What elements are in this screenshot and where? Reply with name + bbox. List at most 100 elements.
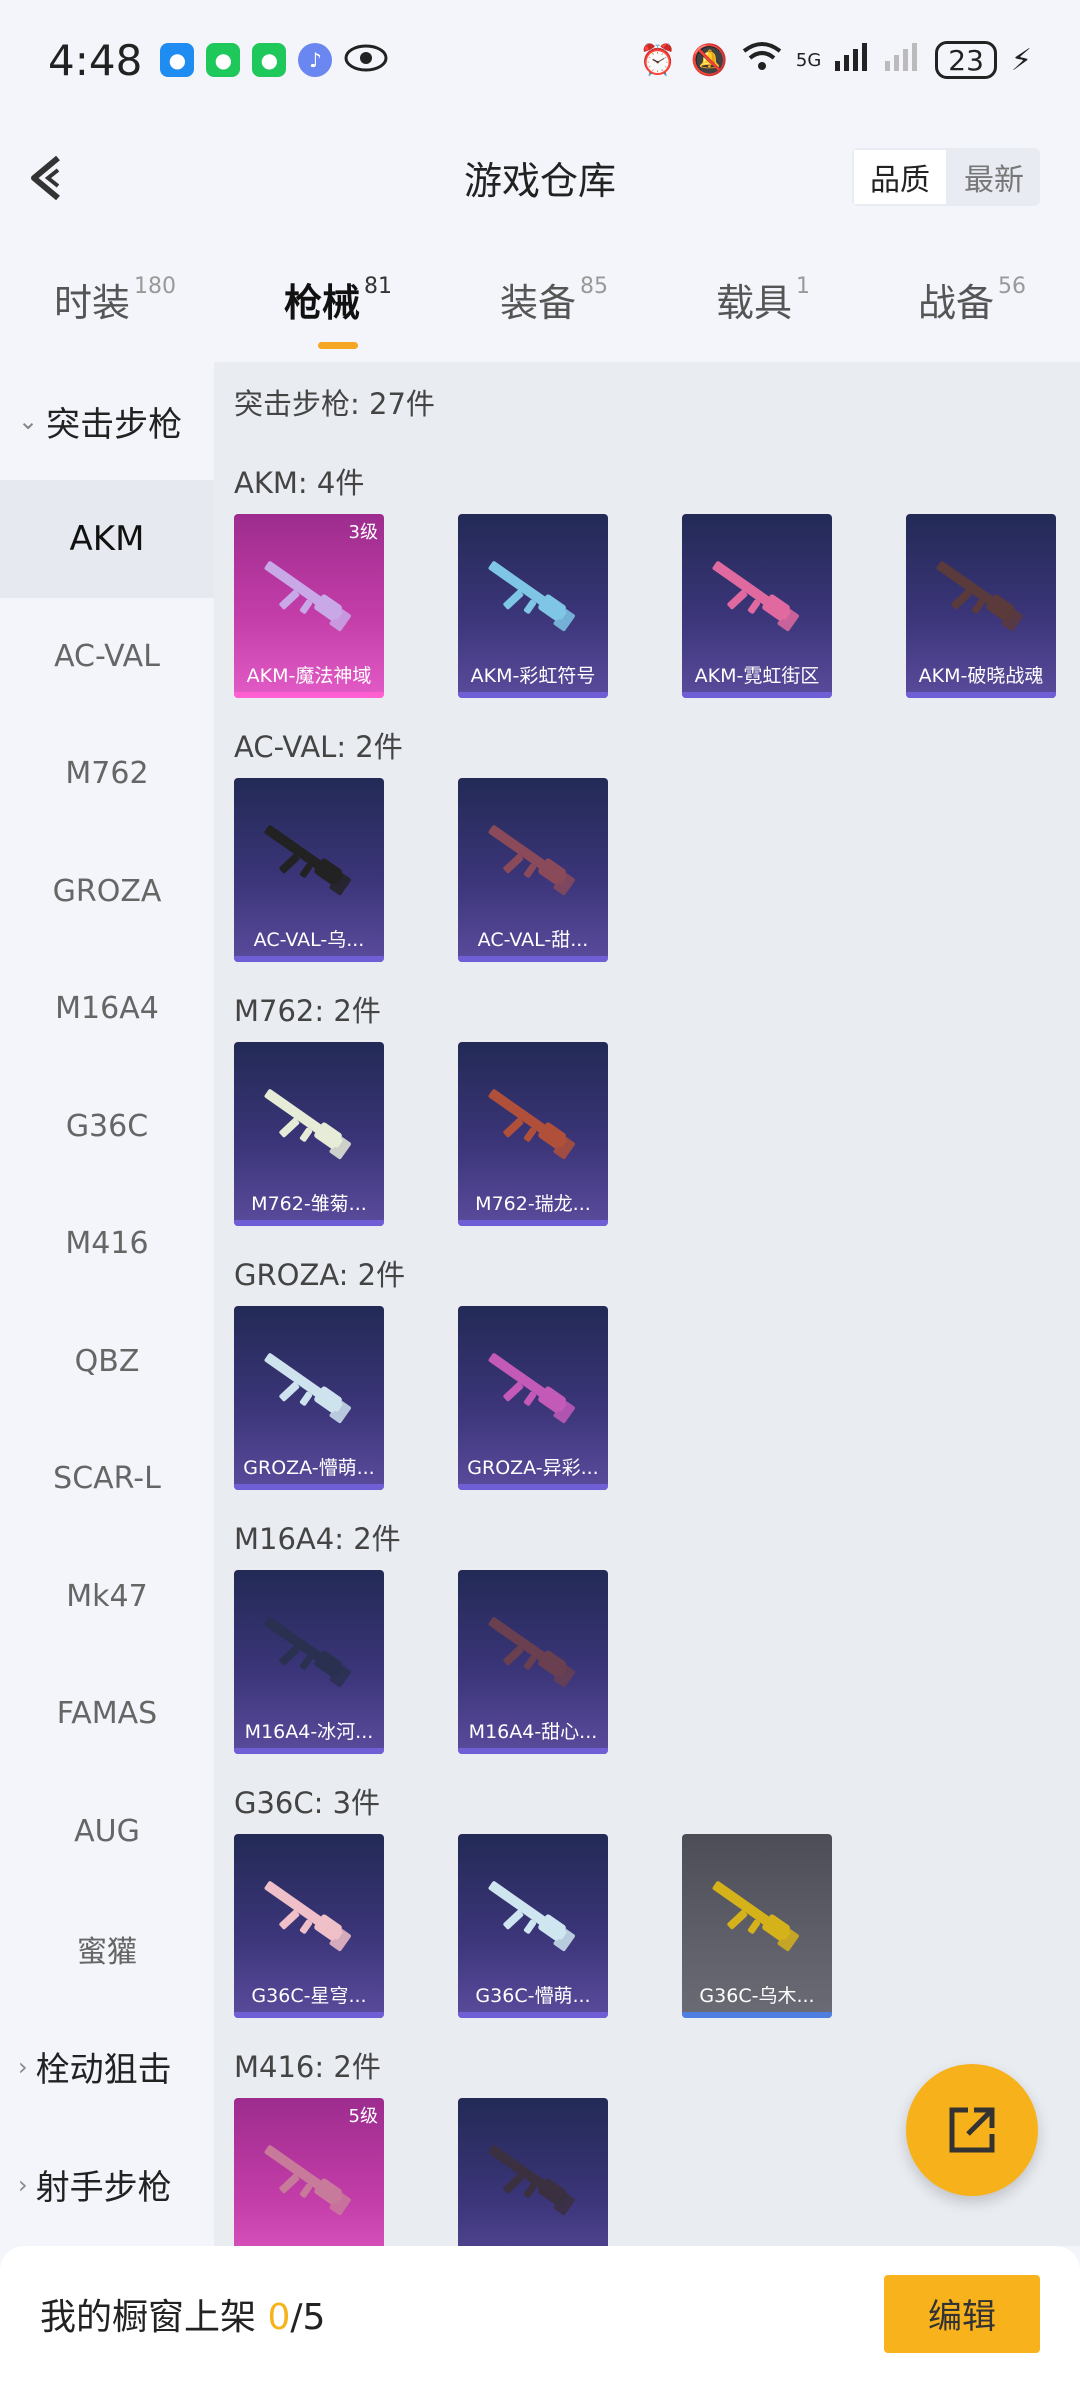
- sort-newest-button[interactable]: 最新: [948, 148, 1040, 206]
- tab-fashion[interactable]: 时装 180: [54, 250, 176, 327]
- sidebar-item-m16a4[interactable]: M16A4: [0, 950, 214, 1068]
- mute-icon: 🔕: [690, 42, 728, 78]
- weapon-skin-card[interactable]: GROZA-懵萌...: [234, 1306, 384, 1490]
- weapon-skin-card[interactable]: AKM-彩虹符号: [458, 514, 608, 698]
- weapon-skin-name: AC-VAL-乌...: [253, 929, 365, 951]
- gun-skin-icon: [488, 1617, 575, 1688]
- sidebar: ⌄ 突击步枪 AKM AC-VAL M762 GROZA M16A4 G36C …: [0, 362, 214, 2246]
- sidebar-item-groza[interactable]: GROZA: [0, 833, 214, 951]
- rarity-bar: [234, 692, 384, 698]
- edit-button[interactable]: 编辑: [884, 2274, 1040, 2353]
- sidebar-item-qbz[interactable]: QBZ: [0, 1303, 214, 1421]
- weapon-skin-card[interactable]: G36C-星穹...: [234, 1834, 384, 2018]
- rarity-bar: [234, 2012, 384, 2018]
- sidebar-item-akm[interactable]: AKM: [0, 480, 214, 598]
- gun-skin-icon: [488, 1089, 575, 1160]
- gun-skin-icon: [264, 1353, 351, 1424]
- tab-label: 战备: [917, 281, 994, 325]
- status-bar: 4:48 ● ● ● ♪ ⏰ 🔕 5G 23 ⚡: [0, 0, 1080, 120]
- tab-count: 85: [580, 274, 608, 299]
- weapon-skin-card[interactable]: AC-VAL-甜...: [458, 778, 608, 962]
- rarity-bar: [234, 1748, 384, 1754]
- sidebar-item-famas[interactable]: FAMAS: [0, 1655, 214, 1773]
- tab-equipment[interactable]: 装备 85: [500, 250, 608, 327]
- weapon-skin-card[interactable]: M416-...: [458, 2098, 608, 2246]
- status-time: 4:48: [48, 35, 143, 85]
- signal-icon-2: [885, 41, 921, 79]
- weapon-skin-card[interactable]: 3级 AKM-魔法神域: [234, 514, 384, 698]
- sidebar-item-ac-val[interactable]: AC-VAL: [0, 598, 214, 716]
- tab-vehicles[interactable]: 载具 1: [716, 250, 810, 327]
- weapon-card-row: AC-VAL-乌... AC-VAL-甜...: [234, 778, 1080, 970]
- sidebar-item-honey-badger[interactable]: 蜜獾: [0, 1890, 214, 2008]
- category-title: 突击步枪: 27件: [234, 387, 435, 421]
- sidebar-category-marksman[interactable]: › 射手步枪: [0, 2126, 214, 2244]
- rarity-bar: [458, 1220, 608, 1226]
- sidebar-item-aug[interactable]: AUG: [0, 1773, 214, 1891]
- tab-supplies[interactable]: 战备 56: [918, 250, 1026, 327]
- rarity-bar: [458, 956, 608, 962]
- sidebar-item-m416[interactable]: M416: [0, 1185, 214, 1303]
- gun-skin-icon: [264, 1617, 351, 1688]
- share-button[interactable]: [906, 2064, 1038, 2196]
- weapon-skin-name: M762-瑞龙...: [475, 1193, 591, 1215]
- gun-skin-icon: [936, 561, 1023, 632]
- tab-label: 载具: [715, 281, 792, 325]
- weapon-skin-card[interactable]: M762-瑞龙...: [458, 1042, 608, 1226]
- weapon-skin-card[interactable]: AC-VAL-乌...: [234, 778, 384, 962]
- weapon-skin-name: GROZA-异彩...: [467, 1457, 599, 1479]
- weapon-group-title: M762: 2件: [234, 994, 381, 1028]
- tab-count: 81: [364, 274, 392, 299]
- weapon-skin-card[interactable]: G36C-懵萌...: [458, 1834, 608, 2018]
- weapon-skin-card[interactable]: M762-雏菊...: [234, 1042, 384, 1226]
- sort-quality-button[interactable]: 品质: [852, 148, 948, 206]
- sidebar-category-bolt-action[interactable]: › 栓动狙击: [0, 2008, 214, 2126]
- rarity-bar: [458, 692, 608, 698]
- weapon-card-row: M16A4-冰河... M16A4-甜心...: [234, 1570, 1080, 1762]
- chevron-down-icon: ⌄: [18, 407, 39, 435]
- weapon-group-title: AC-VAL: 2件: [234, 730, 403, 764]
- weapon-skin-card[interactable]: G36C-乌木...: [682, 1834, 832, 2018]
- weapon-skin-name: AC-VAL-甜...: [477, 929, 589, 951]
- weapon-skin-name: AKM-破晓战魂: [918, 665, 1044, 687]
- contacts-app-icon: ●: [160, 43, 195, 77]
- weapon-card-row: M762-雏菊... M762-瑞龙...: [234, 1042, 1080, 1234]
- sidebar-category-assault-rifles[interactable]: ⌄ 突击步枪: [0, 362, 214, 480]
- bottom-bar: 我的橱窗上架 0/5 编辑: [0, 2246, 1080, 2381]
- weapon-skin-card[interactable]: 5级M416-...: [234, 2098, 384, 2246]
- tab-firearms[interactable]: 枪械 81: [283, 250, 392, 349]
- weapon-skin-card[interactable]: AKM-霓虹街区: [682, 514, 832, 698]
- showcase-total: /5: [290, 2296, 326, 2338]
- rarity-bar: [458, 1748, 608, 1754]
- weapon-skin-name: AKM-魔法神域: [246, 665, 372, 687]
- weapon-skin-card[interactable]: M16A4-甜心...: [458, 1570, 608, 1754]
- wechat-app-icon: ●: [206, 43, 241, 77]
- weapon-skin-card[interactable]: M16A4-冰河...: [234, 1570, 384, 1754]
- gun-skin-icon: [264, 561, 351, 632]
- weapon-skin-card[interactable]: GROZA-异彩...: [458, 1306, 608, 1490]
- eye-icon: [344, 43, 388, 77]
- header: 游戏仓库 品质 最新: [0, 120, 1080, 235]
- weapon-group-title: AKM: 4件: [234, 466, 365, 500]
- sidebar-category-label: 射手步枪: [35, 2168, 172, 2208]
- sidebar-category-label: 栓动狙击: [35, 2050, 172, 2090]
- tab-label: 枪械: [283, 281, 360, 325]
- gun-skin-icon: [488, 561, 575, 632]
- share-icon: [949, 2107, 995, 2153]
- weapon-skin-name: GROZA-懵萌...: [243, 1457, 375, 1479]
- weapon-skin-card[interactable]: AKM-破晓战魂: [906, 514, 1056, 698]
- sidebar-item-mk47[interactable]: Mk47: [0, 1538, 214, 1656]
- sidebar-item-scar-l[interactable]: SCAR-L: [0, 1420, 214, 1538]
- weapon-skin-name: M762-雏菊...: [251, 1193, 367, 1215]
- signal-icon: [835, 41, 871, 79]
- weapon-skin-name: AKM-霓虹街区: [694, 665, 820, 687]
- gun-skin-icon: [264, 1089, 351, 1160]
- tab-label: 装备: [499, 281, 576, 325]
- gun-skin-icon: [712, 1881, 799, 1952]
- sidebar-item-g36c[interactable]: G36C: [0, 1068, 214, 1186]
- status-app-icons: ● ● ● ♪: [160, 43, 388, 77]
- gun-skin-icon: [264, 1881, 351, 1952]
- wifi-icon: [742, 41, 782, 79]
- tab-count: 1: [796, 274, 810, 299]
- sidebar-item-m762[interactable]: M762: [0, 715, 214, 833]
